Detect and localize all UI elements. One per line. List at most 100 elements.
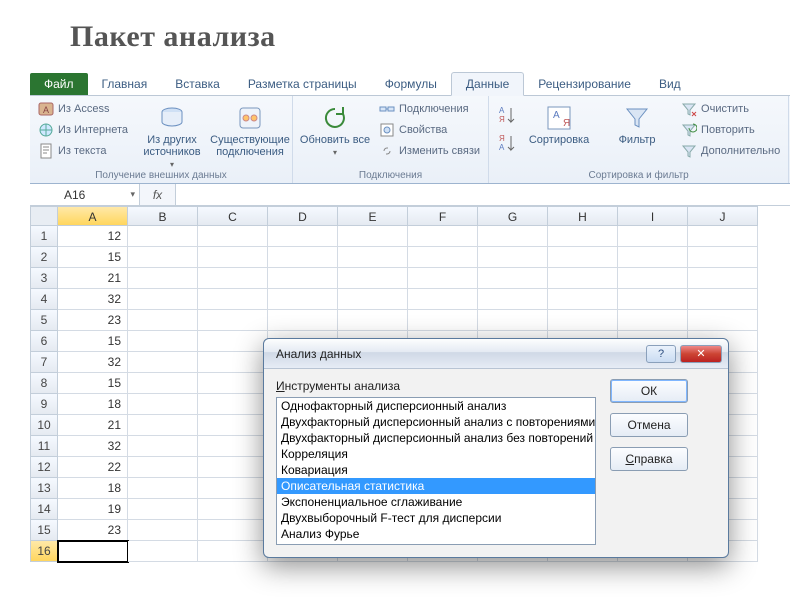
edit-links-button[interactable]: Изменить связи [377,142,482,160]
cell[interactable]: 15 [58,373,128,394]
column-header[interactable]: J [688,206,758,226]
list-item[interactable]: Ковариация [277,462,595,478]
from-text-button[interactable]: Из текста [36,142,130,160]
cell[interactable] [618,247,688,268]
cell[interactable] [338,247,408,268]
advanced-filter-button[interactable]: Дополнительно [679,142,782,160]
cell[interactable] [198,436,268,457]
list-item[interactable]: Гистограмма [277,542,595,545]
list-item[interactable]: Корреляция [277,446,595,462]
cell[interactable] [268,268,338,289]
cell[interactable]: 18 [58,478,128,499]
cell[interactable] [198,247,268,268]
cell[interactable]: 15 [58,331,128,352]
column-header[interactable]: F [408,206,478,226]
cell[interactable] [128,415,198,436]
cell[interactable] [128,268,198,289]
cell[interactable] [548,268,618,289]
cell[interactable] [618,310,688,331]
cell[interactable] [198,415,268,436]
clear-filter-button[interactable]: Очистить [679,100,782,118]
tab-file[interactable]: Файл [30,73,88,95]
cell[interactable] [268,310,338,331]
tab-data[interactable]: Данные [451,72,524,96]
tab-insert[interactable]: Вставка [161,73,234,95]
cell[interactable] [128,457,198,478]
dialog-close-button[interactable]: ✕ [680,345,722,363]
column-header[interactable]: E [338,206,408,226]
cell[interactable] [548,310,618,331]
cell[interactable] [408,247,478,268]
cell[interactable]: 32 [58,352,128,373]
cell[interactable] [198,373,268,394]
cell[interactable] [338,310,408,331]
cell[interactable]: 23 [58,310,128,331]
analysis-tools-listbox[interactable]: Однофакторный дисперсионный анализДвухфа… [276,397,596,545]
list-item[interactable]: Двухфакторный дисперсионный анализ с пов… [277,414,595,430]
filter-button[interactable]: Фильтр [601,100,673,146]
cell[interactable] [478,247,548,268]
ok-button[interactable]: ОК [610,379,688,403]
cell[interactable] [128,373,198,394]
help-button[interactable]: Справка [610,447,688,471]
cancel-button[interactable]: Отмена [610,413,688,437]
cell[interactable] [128,394,198,415]
column-header[interactable]: C [198,206,268,226]
column-header[interactable]: D [268,206,338,226]
cell[interactable] [128,499,198,520]
column-header[interactable]: H [548,206,618,226]
row-header[interactable]: 15 [30,520,58,541]
cell[interactable] [128,541,198,562]
cell[interactable] [408,226,478,247]
cell[interactable]: 32 [58,289,128,310]
row-header[interactable]: 11 [30,436,58,457]
cell[interactable] [198,478,268,499]
tab-view[interactable]: Вид [645,73,695,95]
cell[interactable] [338,289,408,310]
row-header[interactable]: 8 [30,373,58,394]
list-item[interactable]: Однофакторный дисперсионный анализ [277,398,595,414]
cell[interactable] [338,268,408,289]
row-header[interactable]: 6 [30,331,58,352]
row-header[interactable]: 14 [30,499,58,520]
tab-home[interactable]: Главная [88,73,162,95]
cell[interactable] [128,520,198,541]
tab-formulas[interactable]: Формулы [371,73,451,95]
cell[interactable] [478,226,548,247]
cell[interactable] [548,226,618,247]
column-header[interactable]: A [58,206,128,226]
name-box[interactable]: A16 ▾ [30,184,140,205]
cell[interactable] [688,247,758,268]
cell[interactable] [128,310,198,331]
cell[interactable] [268,247,338,268]
cell[interactable] [408,289,478,310]
from-access-button[interactable]: A Из Access [36,100,130,118]
cell[interactable] [688,226,758,247]
cell[interactable]: 22 [58,457,128,478]
cell[interactable]: 21 [58,415,128,436]
cell[interactable] [128,289,198,310]
row-header[interactable]: 1 [30,226,58,247]
row-header[interactable]: 16 [30,541,58,562]
sort-button[interactable]: АЯ Сортировка [523,100,595,146]
cell[interactable] [548,289,618,310]
cell[interactable] [268,226,338,247]
cell[interactable]: 19 [58,499,128,520]
cell[interactable] [688,310,758,331]
properties-button[interactable]: Свойства [377,121,482,139]
cell[interactable] [128,352,198,373]
cell[interactable]: 12 [58,226,128,247]
cell[interactable] [198,394,268,415]
sort-az-icon[interactable]: АЯ [495,104,517,126]
list-item[interactable]: Анализ Фурье [277,526,595,542]
list-item[interactable]: Двухфакторный дисперсионный анализ без п… [277,430,595,446]
cell[interactable] [198,499,268,520]
refresh-all-button[interactable]: Обновить все ▾ [299,100,371,157]
cell[interactable] [128,331,198,352]
cell[interactable] [198,457,268,478]
column-header[interactable]: I [618,206,688,226]
row-header[interactable]: 4 [30,289,58,310]
row-header[interactable]: 9 [30,394,58,415]
cell[interactable]: 23 [58,520,128,541]
cell[interactable] [128,436,198,457]
